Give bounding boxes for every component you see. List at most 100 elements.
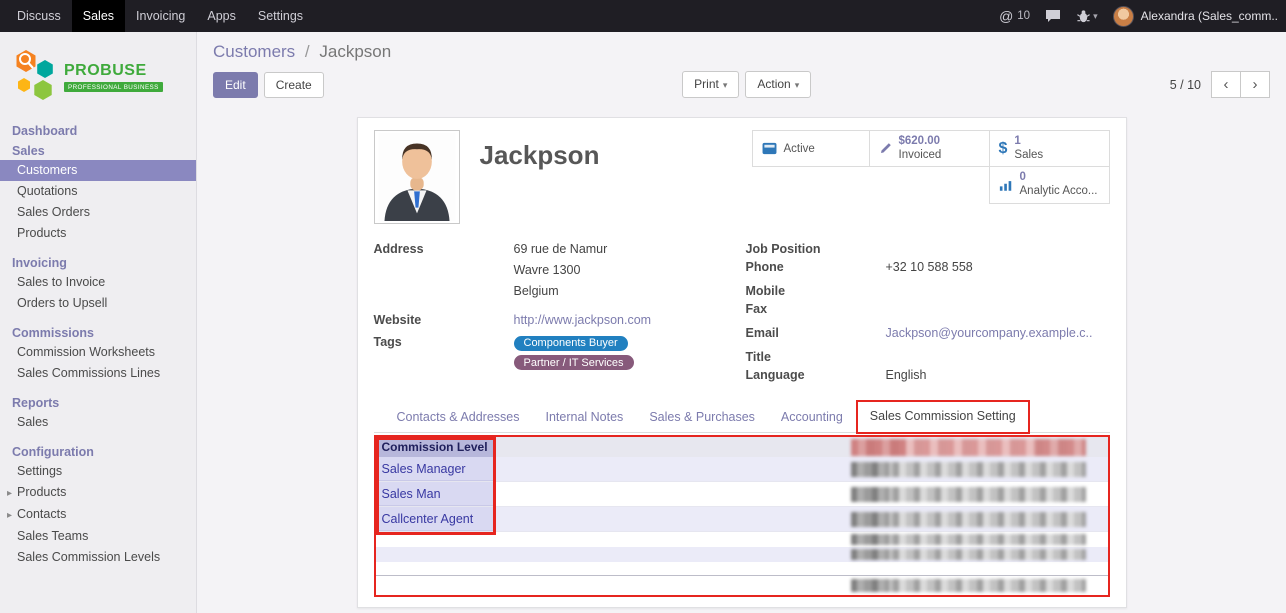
commission-level-cell[interactable]: Sales Manager <box>376 457 495 481</box>
commission-level-table: Commission Level Sales Manager Sales Man <box>374 435 1110 597</box>
edit-button[interactable]: Edit <box>213 72 258 98</box>
sidebar: PROBUSE PROFESSIONAL BUSINESS Dashboard … <box>0 32 197 613</box>
create-button[interactable]: Create <box>264 72 324 98</box>
pager-value: 5 / 10 <box>1170 78 1201 92</box>
email-link[interactable]: Jackpson@yourcompany.example.c.. <box>886 326 1093 340</box>
commission-level-column-header[interactable]: Commission Level <box>376 437 495 457</box>
sidebar-heading-reports[interactable]: Reports <box>0 394 196 412</box>
caret-down-icon: ▾ <box>1093 11 1098 22</box>
partner-photo[interactable] <box>374 130 460 224</box>
invoiced-stat-button[interactable]: $620.00 Invoiced <box>869 130 990 167</box>
sidebar-item-commission-worksheets[interactable]: Commission Worksheets <box>0 342 196 363</box>
top-navbar: Discuss Sales Invoicing Apps Settings @ … <box>0 0 1286 32</box>
table-row-empty <box>376 532 1108 547</box>
sidebar-heading-invoicing[interactable]: Invoicing <box>0 254 196 272</box>
main-panel: Customers / Jackpson Edit Create Print▾ … <box>197 32 1286 613</box>
sidebar-item-config-contacts[interactable]: ▸Contacts <box>0 504 196 526</box>
website-link[interactable]: http://www.jackpson.com <box>514 313 652 327</box>
table-footer-row <box>376 575 1108 595</box>
control-panel: Customers / Jackpson Edit Create Print▾ … <box>197 32 1286 107</box>
menu-apps[interactable]: Apps <box>196 0 247 32</box>
commission-level-cell[interactable]: Callcenter Agent <box>376 507 495 531</box>
table-cell-redacted <box>851 532 1089 547</box>
sidebar-item-sales-orders[interactable]: Sales Orders <box>0 202 196 223</box>
caret-down-icon: ▾ <box>795 80 800 90</box>
sales-count-label: Sales <box>1014 149 1043 163</box>
pager-next-button[interactable]: › <box>1240 71 1270 98</box>
action-dropdown-button[interactable]: Action▾ <box>745 71 811 98</box>
table-cell-empty <box>495 457 851 481</box>
table-cell-redacted <box>851 576 1089 595</box>
sidebar-heading-sales[interactable]: Sales <box>0 142 196 160</box>
redacted-value-block <box>851 487 1086 502</box>
active-stat-label: Active <box>784 143 815 155</box>
partner-photo-image <box>377 133 457 221</box>
menu-invoicing[interactable]: Invoicing <box>125 0 196 32</box>
sidebar-item-sales-commissions-lines[interactable]: Sales Commissions Lines <box>0 363 196 384</box>
phone-label: Phone <box>746 260 886 274</box>
partner-name-title: Jackpson <box>480 140 600 224</box>
sidebar-item-sales-to-invoice[interactable]: Sales to Invoice <box>0 272 196 293</box>
redacted-footer-block <box>851 579 1086 592</box>
sidebar-item-sales-commission-levels[interactable]: Sales Commission Levels <box>0 547 196 568</box>
table-spacer-row <box>376 562 1108 575</box>
sidebar-item-customers[interactable]: Customers <box>0 160 196 181</box>
sidebar-item-sales-teams[interactable]: Sales Teams <box>0 526 196 547</box>
tab-contacts-addresses[interactable]: Contacts & Addresses <box>384 402 533 432</box>
sidebar-heading-configuration[interactable]: Configuration <box>0 443 196 461</box>
language-label: Language <box>746 368 886 382</box>
dollar-icon: $ <box>999 140 1008 158</box>
debug-bug-icon[interactable]: ▾ <box>1076 9 1098 23</box>
sidebar-item-reports-sales[interactable]: Sales <box>0 412 196 433</box>
sidebar-item-orders-to-upsell[interactable]: Orders to Upsell <box>0 293 196 314</box>
stat-buttons: Active $620.00 Invoiced $ <box>753 130 1110 204</box>
sidebar-item-quotations[interactable]: Quotations <box>0 181 196 202</box>
menu-discuss[interactable]: Discuss <box>6 0 72 32</box>
active-stat-button[interactable]: Active <box>752 130 870 167</box>
breadcrumb-customers-link[interactable]: Customers <box>213 42 295 61</box>
tab-sales-purchases[interactable]: Sales & Purchases <box>636 402 768 432</box>
address-line: Wavre 1300 <box>514 263 608 277</box>
analytic-accounts-stat-button[interactable]: 0 Analytic Acco... <box>989 166 1110 204</box>
sidebar-heading-dashboard[interactable]: Dashboard <box>0 122 196 140</box>
sales-stat-button[interactable]: $ 1 Sales <box>989 130 1110 167</box>
analytic-count-value: 0 <box>1020 171 1098 185</box>
app-body: PROBUSE PROFESSIONAL BUSINESS Dashboard … <box>0 32 1286 613</box>
mobile-label: Mobile <box>746 284 886 298</box>
tab-accounting[interactable]: Accounting <box>768 402 856 432</box>
pager-previous-button[interactable]: ‹ <box>1211 71 1241 98</box>
table-row[interactable]: Sales Man <box>376 482 1108 507</box>
menu-settings[interactable]: Settings <box>247 0 314 32</box>
menu-sales[interactable]: Sales <box>72 0 125 32</box>
table-row[interactable]: Callcenter Agent <box>376 507 1108 532</box>
table-cell-empty <box>495 482 851 506</box>
sidebar-item-settings[interactable]: Settings <box>0 461 196 482</box>
tab-sales-commission-setting[interactable]: Sales Commission Setting <box>856 400 1030 434</box>
sidebar-heading-commissions[interactable]: Commissions <box>0 324 196 342</box>
table-cell-redacted <box>851 547 1089 562</box>
sales-count-value: 1 <box>1014 135 1043 149</box>
invoiced-label: Invoiced <box>899 149 942 163</box>
active-toggle-icon <box>762 142 777 155</box>
tab-internal-notes[interactable]: Internal Notes <box>532 402 636 432</box>
redacted-value-block <box>851 512 1086 527</box>
topbar-systray: @ 10 ▾ Alexandra (Sales_comm.. <box>999 6 1278 27</box>
probuse-logo: PROBUSE PROFESSIONAL BUSINESS <box>0 32 196 120</box>
chat-icon[interactable] <box>1045 9 1061 23</box>
commission-level-cell[interactable]: Sales Man <box>376 482 495 506</box>
address-line: 69 rue de Namur <box>514 242 608 256</box>
tag-partner-it-services[interactable]: Partner / IT Services <box>514 355 634 370</box>
breadcrumb-current: Jackpson <box>319 42 391 61</box>
table-cell-redacted <box>851 482 1089 506</box>
redacted-value-block <box>851 462 1086 477</box>
sidebar-item-config-products[interactable]: ▸Products <box>0 482 196 504</box>
table-row[interactable]: Sales Manager <box>376 457 1108 482</box>
tag-components-buyer[interactable]: Components Buyer <box>514 336 628 351</box>
user-menu[interactable]: Alexandra (Sales_comm.. <box>1113 6 1278 27</box>
address-line: Belgium <box>514 284 608 298</box>
sidebar-item-products[interactable]: Products <box>0 223 196 244</box>
caret-down-icon: ▾ <box>723 80 728 90</box>
address-field-value: 69 rue de Namur Wavre 1300 Belgium <box>514 242 608 305</box>
print-dropdown-button[interactable]: Print▾ <box>682 71 739 98</box>
mentions-counter[interactable]: @ 10 <box>999 8 1030 24</box>
